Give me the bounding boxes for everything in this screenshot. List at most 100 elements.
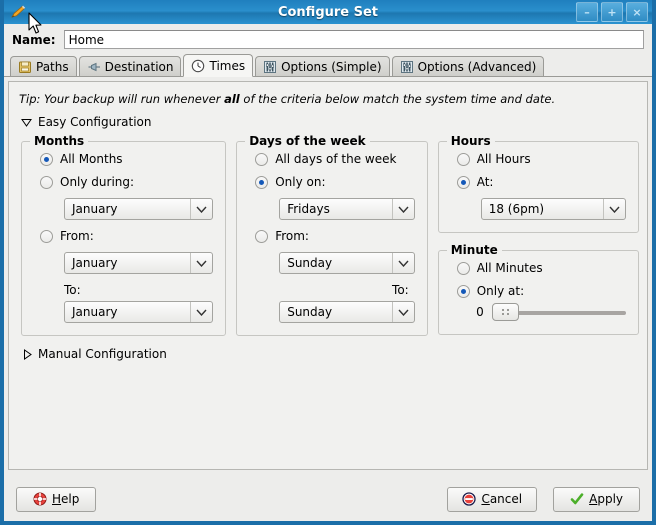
hours-legend: Hours — [446, 134, 495, 148]
days-only-on-label: Only on: — [275, 175, 326, 189]
hours-at-value: 18 (6pm) — [488, 202, 545, 216]
chevron-down-icon[interactable] — [190, 199, 212, 219]
apply-button-label: Apply — [589, 492, 623, 506]
name-input[interactable] — [63, 30, 644, 49]
days-only-on-radio[interactable] — [255, 175, 269, 189]
tab-paths[interactable]: Paths — [10, 56, 77, 76]
minute-legend: Minute — [446, 243, 502, 257]
window-controls: – + × — [576, 2, 648, 22]
days-all-radio-row[interactable]: All days of the week — [255, 152, 415, 166]
minute-all-label: All Minutes — [476, 261, 543, 275]
maximize-button[interactable]: + — [601, 2, 623, 22]
slider-handle[interactable] — [491, 303, 519, 321]
days-all-radio[interactable] — [255, 152, 269, 166]
months-to-value: January — [72, 305, 118, 319]
button-bar: Help Cancel Apply — [8, 481, 648, 517]
minimize-button[interactable]: – — [576, 2, 598, 22]
manual-configuration-label: Manual Configuration — [38, 347, 167, 361]
days-group: Days of the week All days of the week On… — [236, 134, 428, 336]
times-panel: Tip: Your backup will run whenever all o… — [8, 81, 648, 470]
tabstrip: Paths Destination Times Options (Simple)… — [4, 53, 652, 77]
tip-prefix: Tip: Your backup will run whenever — [19, 92, 225, 106]
help-button[interactable]: Help — [16, 486, 97, 512]
chevron-down-icon[interactable] — [190, 302, 212, 322]
hours-at-select[interactable]: 18 (6pm) — [480, 198, 626, 220]
triangle-right-icon — [24, 348, 32, 360]
grip-dots-icon — [501, 309, 509, 315]
months-all-radio-row[interactable]: All Months — [40, 152, 213, 166]
tip-bold: all — [224, 92, 240, 106]
days-from-radio-row[interactable]: From: — [255, 229, 415, 243]
minute-all-radio[interactable] — [456, 261, 470, 275]
hours-at-radio-row[interactable]: At: — [456, 175, 626, 189]
months-column: Months All Months Only during: January F… — [21, 134, 227, 336]
hours-group: Hours All Hours At: 18 (6pm) — [437, 134, 639, 233]
months-all-label: All Months — [60, 152, 123, 166]
chevron-down-icon[interactable] — [391, 199, 414, 219]
sliders-icon — [400, 60, 413, 73]
hours-minute-column: Hours All Hours At: 18 (6pm) Minute All … — [437, 134, 639, 335]
months-only-during-select[interactable]: January — [64, 198, 214, 220]
name-row: Name: — [4, 24, 652, 53]
days-from-radio[interactable] — [255, 229, 269, 243]
minute-all-radio-row[interactable]: All Minutes — [456, 261, 626, 275]
months-only-during-radio[interactable] — [40, 175, 53, 189]
configure-set-window: Configure Set – + × Name: Paths — [0, 0, 656, 525]
hours-at-label: At: — [476, 175, 494, 189]
days-only-on-value: Fridays — [287, 202, 330, 216]
minute-slider[interactable] — [491, 302, 626, 322]
days-only-on-select[interactable]: Fridays — [279, 198, 415, 220]
minute-only-at-label: Only at: — [476, 284, 525, 298]
chevron-down-icon[interactable] — [190, 253, 212, 273]
easy-configuration-disclosure[interactable]: Easy Configuration — [21, 115, 639, 129]
manual-configuration-disclosure[interactable]: Manual Configuration — [23, 347, 639, 361]
cancel-accel: C — [481, 492, 490, 506]
titlebar[interactable]: Configure Set – + × — [4, 0, 652, 24]
months-from-radio-row[interactable]: From: — [40, 229, 213, 243]
months-from-radio[interactable] — [40, 229, 53, 243]
hours-at-radio[interactable] — [456, 175, 470, 189]
minute-slider-value: 0 — [476, 305, 484, 319]
plug-icon — [88, 62, 100, 71]
tip-suffix: of the criteria below match the system t… — [239, 92, 556, 106]
tab-times[interactable]: Times — [183, 54, 254, 77]
pencil-icon[interactable] — [8, 2, 30, 22]
days-only-on-radio-row[interactable]: Only on: — [255, 175, 415, 189]
window-title: Configure Set — [277, 4, 379, 20]
hours-all-radio[interactable] — [456, 152, 470, 166]
cancel-button[interactable]: Cancel — [447, 486, 538, 512]
name-label: Name: — [12, 32, 56, 47]
help-rest: elp — [61, 492, 80, 506]
months-all-radio[interactable] — [40, 152, 53, 166]
months-from-value: January — [72, 256, 118, 270]
cancel-rest: ancel — [489, 492, 523, 506]
minute-group: Minute All Minutes Only at: 0 — [437, 243, 639, 335]
tab-options-advanced-label: Options (Advanced) — [417, 59, 537, 74]
months-from-select[interactable]: January — [64, 252, 214, 274]
chevron-down-icon[interactable] — [391, 253, 414, 273]
hours-all-label: All Hours — [476, 152, 531, 166]
tab-paths-label: Paths — [36, 59, 69, 74]
months-to-select[interactable]: January — [64, 301, 214, 323]
chevron-down-icon[interactable] — [391, 302, 414, 322]
tab-times-label: Times — [209, 58, 246, 73]
days-from-value: Sunday — [287, 256, 333, 270]
days-to-select[interactable]: Sunday — [279, 301, 415, 323]
minute-only-at-radio-row[interactable]: Only at: — [456, 284, 626, 298]
minute-only-at-radio[interactable] — [456, 284, 470, 298]
tab-destination[interactable]: Destination — [78, 56, 182, 76]
days-from-select[interactable]: Sunday — [279, 252, 415, 274]
close-button[interactable]: × — [626, 2, 648, 22]
tab-options-advanced[interactable]: Options (Advanced) — [391, 56, 545, 76]
hours-all-radio-row[interactable]: All Hours — [456, 152, 626, 166]
chevron-down-icon[interactable] — [603, 199, 625, 219]
tab-options-simple[interactable]: Options (Simple) — [255, 56, 390, 76]
days-from-label: From: — [275, 229, 309, 243]
apply-button[interactable]: Apply — [553, 486, 640, 512]
tip-text: Tip: Your backup will run whenever all o… — [19, 92, 639, 106]
minute-slider-row: 0 — [475, 302, 626, 322]
lifering-icon — [33, 492, 47, 506]
months-only-during-radio-row[interactable]: Only during: — [40, 175, 213, 189]
days-to-value: Sunday — [287, 305, 333, 319]
days-column: Days of the week All days of the week On… — [236, 134, 428, 336]
